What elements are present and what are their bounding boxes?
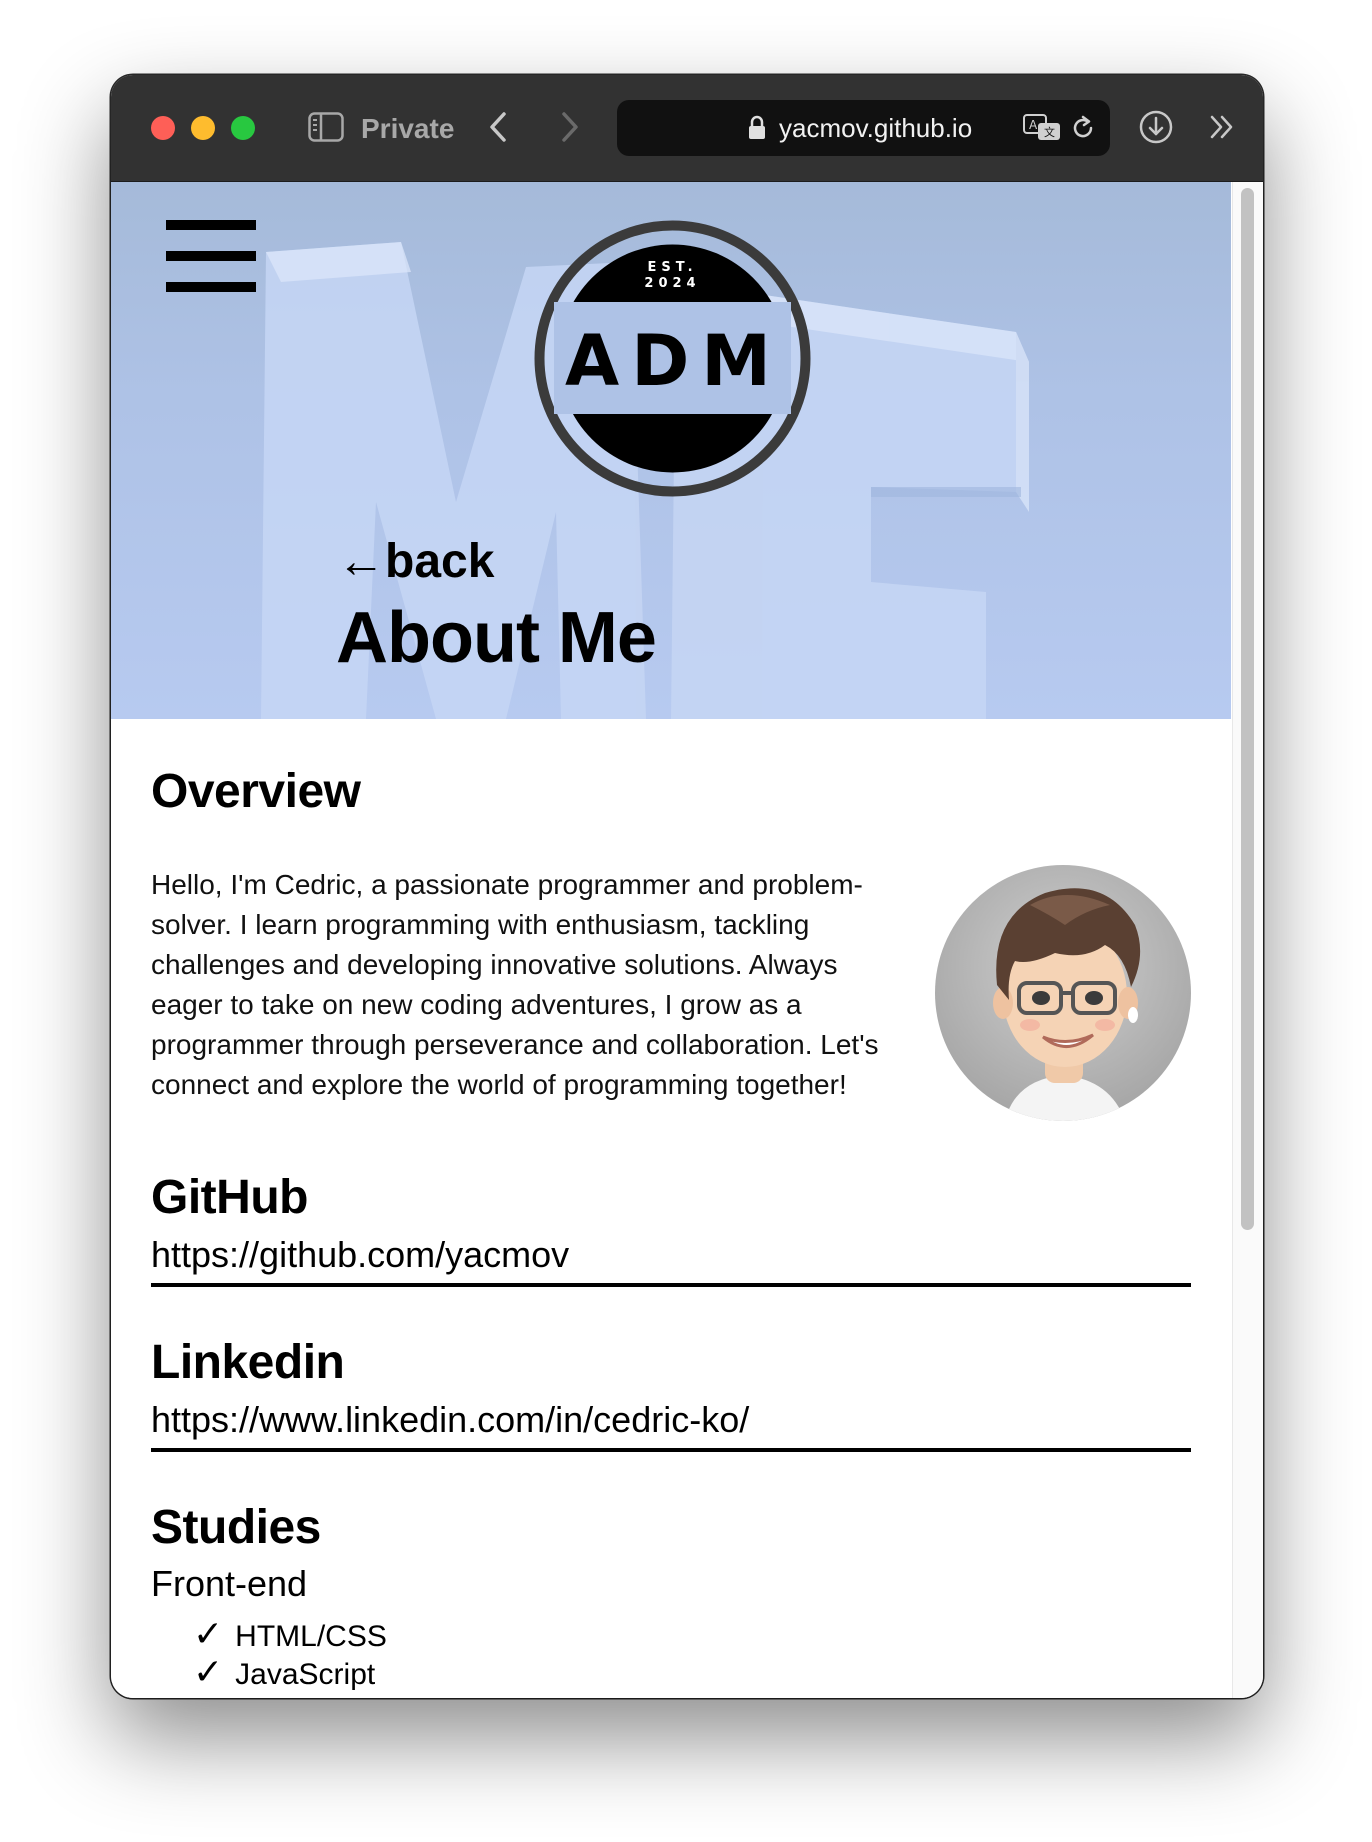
avatar: [935, 865, 1191, 1121]
minimize-window-button[interactable]: [191, 116, 215, 140]
github-link[interactable]: https://github.com/yacmov: [151, 1231, 1191, 1287]
sidebar-icon[interactable]: [308, 112, 344, 142]
overview-text: Hello, I'm Cedric, a passionate programm…: [151, 869, 879, 1100]
page-viewport[interactable]: EST. 2024 ADM ←back About Me Overview He…: [111, 182, 1263, 1698]
hero-banner: EST. 2024 ADM ←back About Me: [111, 182, 1231, 719]
overview-heading: Overview: [151, 765, 361, 818]
chevron-right-icon[interactable]: [554, 109, 584, 145]
linkedin-link[interactable]: https://www.linkedin.com/in/cedric-ko/: [151, 1396, 1191, 1452]
address-bar[interactable]: yacmov.github.io A 文: [617, 100, 1110, 156]
logo-letters: ADM: [565, 320, 783, 402]
checkmark-icon: ✓: [193, 1613, 224, 1654]
list-item: ✓ JavaScript: [193, 1653, 375, 1694]
back-link[interactable]: ←back: [337, 534, 494, 590]
translate-icon[interactable]: A 文: [1022, 113, 1062, 143]
memoji-avatar-image: [993, 888, 1141, 1121]
page-title: About Me: [336, 598, 657, 678]
close-window-button[interactable]: [151, 116, 175, 140]
zoom-window-button[interactable]: [231, 116, 255, 140]
studies-category: Front-end: [151, 1563, 308, 1604]
list-item-label: JavaScript: [235, 1658, 376, 1691]
menu-icon[interactable]: [166, 220, 256, 296]
url-text[interactable]: yacmov.github.io: [779, 110, 972, 146]
studies-heading: Studies: [151, 1501, 321, 1554]
github-heading: GitHub: [151, 1171, 308, 1224]
logo-est-text: EST.: [647, 260, 697, 275]
svg-text:A: A: [1029, 118, 1038, 132]
logo-year-text: 2024: [644, 276, 700, 291]
browser-toolbar: Private yacmov.github.io A 文: [111, 75, 1263, 182]
linkedin-heading: Linkedin: [151, 1336, 345, 1389]
download-icon[interactable]: [1138, 109, 1174, 145]
scrollbar-thumb[interactable]: [1241, 188, 1254, 1230]
private-browsing-label: Private: [361, 113, 455, 144]
list-item-label: HTML/CSS: [235, 1620, 387, 1653]
svg-text:文: 文: [1044, 125, 1055, 139]
chevron-left-icon[interactable]: [484, 109, 514, 145]
chevron-double-right-icon[interactable]: [1208, 113, 1236, 141]
checkmark-icon: ✓: [193, 1651, 224, 1692]
adm-logo[interactable]: EST. 2024 ADM: [534, 220, 811, 497]
reload-icon[interactable]: [1069, 114, 1097, 142]
browser-window: Private yacmov.github.io A 文 EST. 2024 A…: [111, 75, 1263, 1698]
lock-icon: [749, 115, 765, 139]
list-item: ✓ HTML/CSS: [193, 1615, 387, 1656]
